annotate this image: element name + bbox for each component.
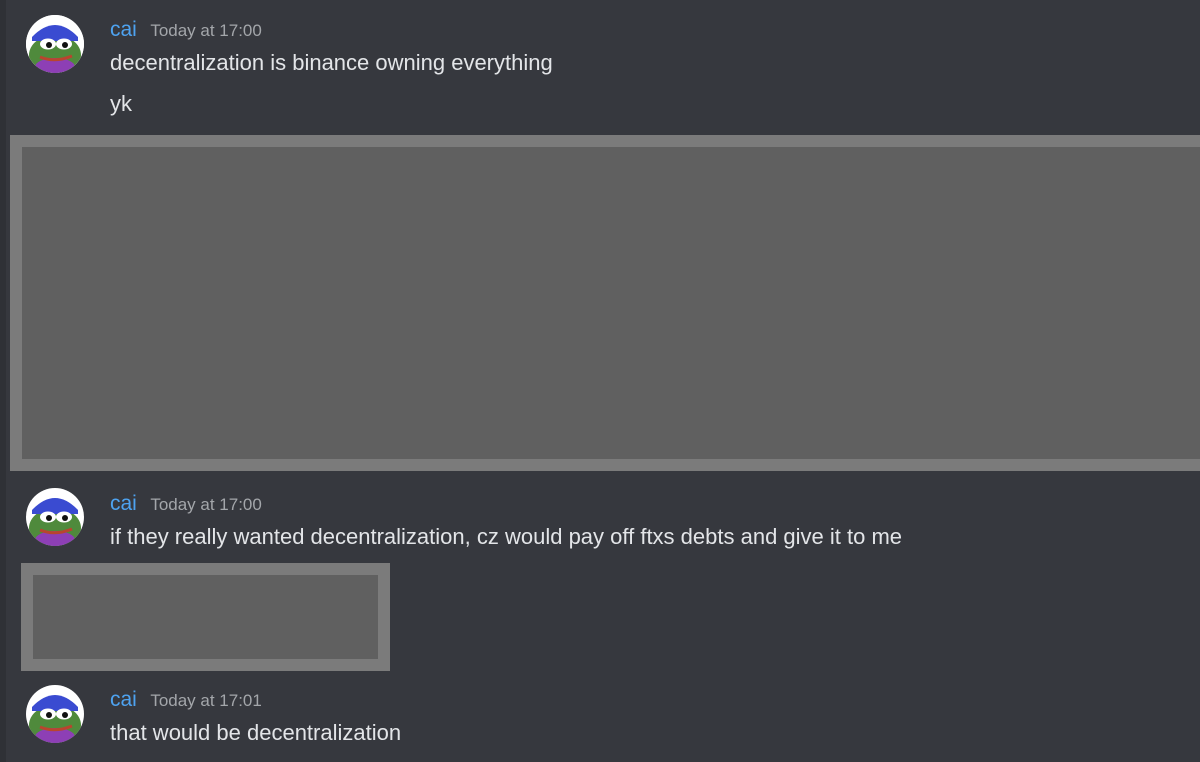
message-text: if they really wanted decentralization, …	[110, 524, 903, 549]
user-avatar[interactable]	[26, 15, 84, 73]
redacted-image-attachment	[10, 135, 1200, 471]
message-group: cai Today at 17:00 decentralization is b…	[0, 0, 1200, 130]
message-text: decentralization is binance owning every…	[110, 50, 553, 75]
message-text: yk	[110, 91, 132, 116]
message-header: cai Today at 17:00	[110, 492, 262, 520]
message-header: cai Today at 17:00	[110, 18, 262, 46]
timestamp[interactable]: Today at 17:01	[150, 691, 262, 710]
frog-avatar-icon	[26, 488, 84, 546]
user-avatar[interactable]	[26, 488, 84, 546]
chat-message-list: cai Today at 17:00 decentralization is b…	[0, 0, 1200, 762]
username[interactable]: cai	[110, 18, 137, 41]
timestamp[interactable]: Today at 17:00	[150, 21, 262, 40]
frog-avatar-icon	[26, 685, 84, 743]
message-group: cai Today at 17:01 that would be decentr…	[0, 675, 1200, 762]
frog-avatar-icon	[26, 15, 84, 73]
message-text: that would be decentralization	[110, 720, 402, 745]
message-header: cai Today at 17:01	[110, 688, 262, 716]
user-avatar[interactable]	[26, 685, 84, 743]
redacted-image-attachment	[21, 563, 390, 671]
timestamp[interactable]: Today at 17:00	[150, 495, 262, 514]
username[interactable]: cai	[110, 492, 137, 515]
username[interactable]: cai	[110, 688, 137, 711]
message-group: cai Today at 17:00 if they really wanted…	[0, 478, 1200, 562]
